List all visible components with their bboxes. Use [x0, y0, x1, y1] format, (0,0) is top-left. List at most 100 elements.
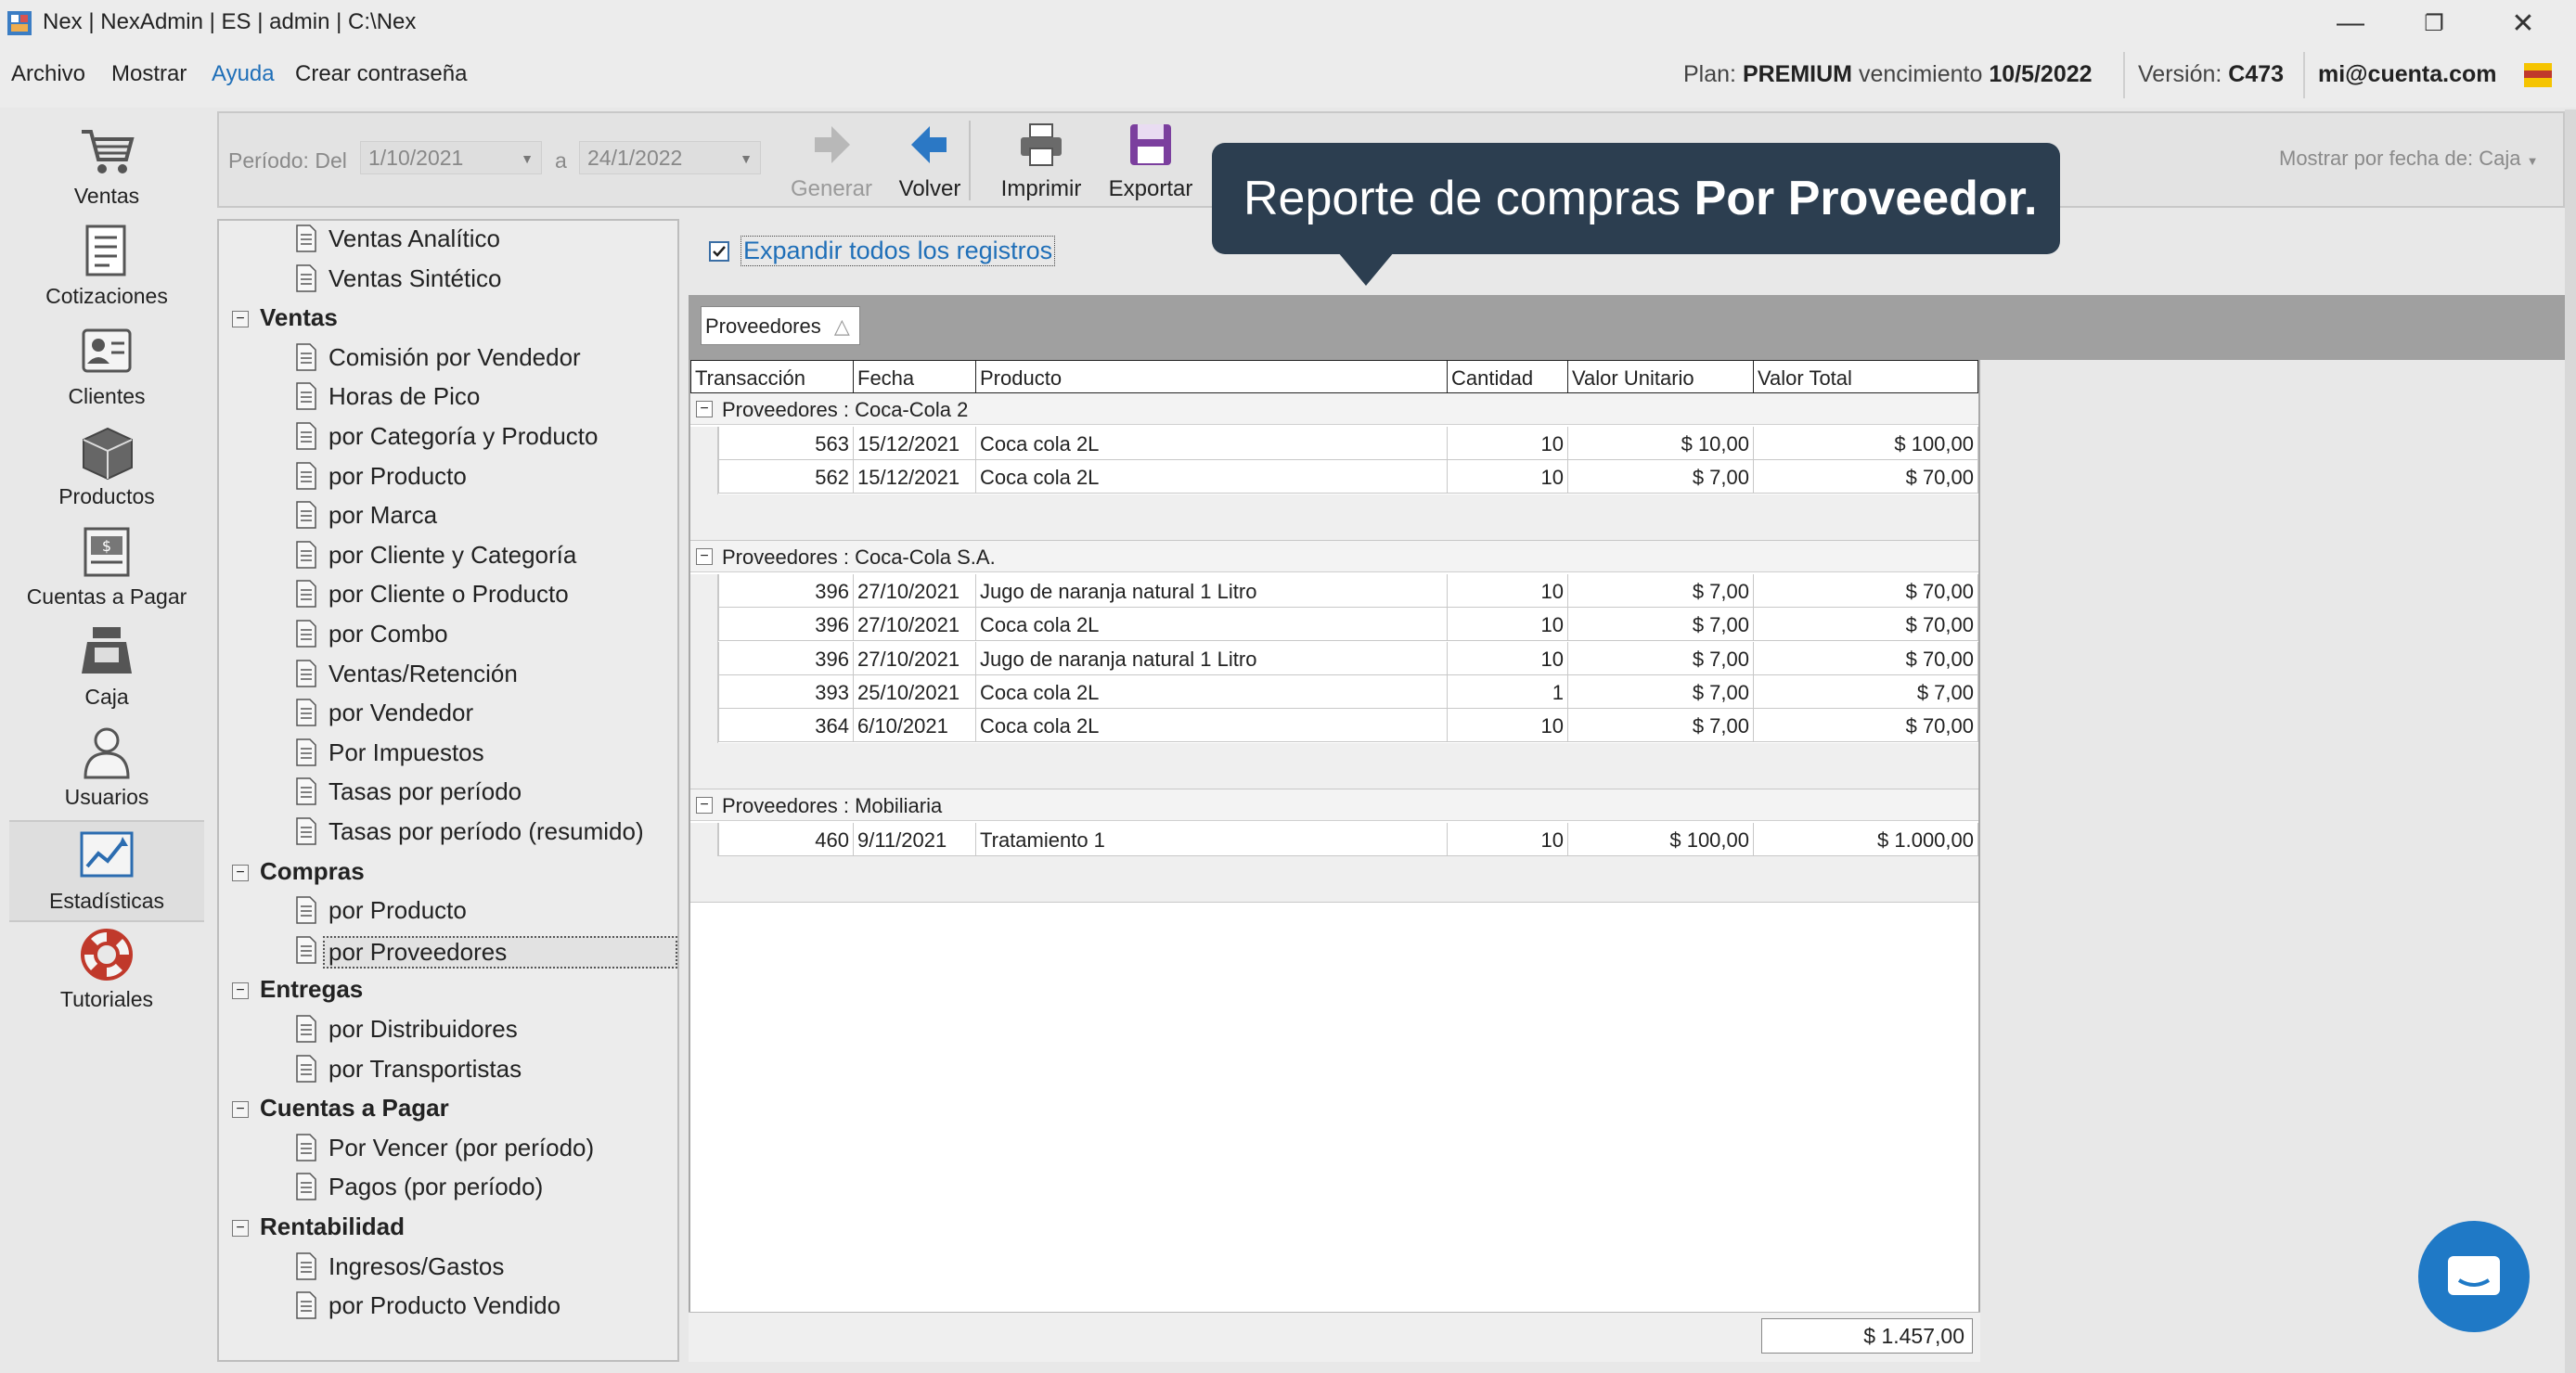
- tree-group-label: Entregas: [260, 975, 364, 1004]
- nav-clientes[interactable]: Clientes: [9, 317, 204, 416]
- group-chip-proveedores[interactable]: Proveedores △: [701, 306, 860, 345]
- tree-group[interactable]: − Cuentas a Pagar: [232, 1094, 449, 1123]
- restore-button[interactable]: ❐: [2392, 0, 2476, 46]
- tree-group[interactable]: − Entregas: [232, 975, 364, 1004]
- generar-button[interactable]: Generar: [776, 121, 887, 204]
- table-row[interactable]: 396 27/10/2021 Jugo de naranja natural 1 L…: [690, 573, 1978, 608]
- report-tree: Ventas Analítico Ventas Sintético − Ventas C…: [217, 219, 679, 1362]
- column-header[interactable]: Fecha: [854, 360, 976, 393]
- nav-usuarios[interactable]: Usuarios: [9, 718, 204, 816]
- collapse-icon[interactable]: −: [696, 401, 713, 417]
- tree-group[interactable]: − Rentabilidad: [232, 1213, 405, 1241]
- table-cell: Coca cola 2L: [976, 608, 1448, 642]
- collapse-icon[interactable]: −: [232, 1101, 249, 1119]
- grand-total: $ 1.457,00: [1761, 1318, 1973, 1354]
- group-row[interactable]: − Proveedores : Coca-Cola S.A.: [690, 540, 1978, 572]
- group-title: Proveedores : Coca-Cola 2: [722, 398, 969, 421]
- group-indent: [690, 427, 718, 494]
- tree-group[interactable]: − Compras: [232, 856, 365, 886]
- chat-button[interactable]: [2418, 1221, 2530, 1332]
- table-cell: 10: [1448, 608, 1568, 642]
- table-cell: $ 7,00: [1568, 641, 1754, 675]
- table-cell: 9/11/2021: [854, 822, 976, 856]
- user-icon: [84, 727, 130, 779]
- nav-tutoriales[interactable]: Tutoriales: [9, 920, 204, 1019]
- to-date-picker[interactable]: 24/1/2022 ▼: [579, 141, 761, 174]
- tree-item-label: Ventas Sintético: [328, 263, 502, 292]
- table-cell: 27/10/2021: [854, 641, 976, 675]
- shopping-cart-icon: [82, 130, 135, 173]
- expand-label[interactable]: Expandir todos los registros: [741, 236, 1056, 266]
- collapse-icon[interactable]: −: [232, 1220, 249, 1237]
- vencimiento-value: 10/5/2022: [1989, 61, 2093, 87]
- table-cell: $ 100,00: [1568, 822, 1754, 856]
- nav-caja[interactable]: Caja: [9, 618, 204, 716]
- close-button[interactable]: ✕: [2481, 0, 2565, 46]
- exportar-label: Exportar: [1108, 176, 1193, 201]
- plan-value: PREMIUM: [1742, 61, 1852, 87]
- table-cell: 25/10/2021: [854, 675, 976, 709]
- save-icon: [1130, 124, 1171, 165]
- tree-group-label: Compras: [260, 856, 365, 885]
- collapse-icon[interactable]: −: [696, 796, 713, 814]
- nav-label: Clientes: [68, 384, 146, 408]
- table-row[interactable]: 396 27/10/2021 Jugo de naranja natural 1 L…: [690, 641, 1978, 675]
- collapse-icon[interactable]: −: [232, 311, 249, 328]
- menu-archivo[interactable]: Archivo: [11, 61, 85, 87]
- column-header[interactable]: Valor Total: [1754, 360, 1978, 393]
- exportar-button[interactable]: Exportar: [1095, 121, 1206, 204]
- minimize-button[interactable]: —: [2309, 0, 2392, 46]
- group-row[interactable]: − Proveedores : Coca-Cola 2: [690, 393, 1978, 425]
- tree-group[interactable]: − Ventas: [232, 303, 338, 332]
- nav-cotizaciones[interactable]: Cotizaciones: [9, 217, 204, 315]
- document-icon: [296, 501, 316, 529]
- collapse-icon[interactable]: −: [232, 864, 249, 881]
- document-icon: [296, 817, 316, 845]
- flag-icon[interactable]: [2524, 63, 2552, 87]
- table-row[interactable]: 393 25/10/2021 Coca cola 2L 1 $ 7,00 $ 7,00: [690, 675, 1978, 709]
- table-cell: $ 70,00: [1754, 573, 1978, 608]
- from-date-picker[interactable]: 1/10/2021 ▼: [360, 141, 542, 174]
- table-row[interactable]: 563 15/12/2021 Coca cola 2L 10 $ 10,00 $ 100,…: [690, 427, 1978, 460]
- table-cell: 1: [1448, 675, 1568, 709]
- column-header[interactable]: Cantidad: [1448, 360, 1568, 393]
- nav-label: Productos: [58, 484, 155, 508]
- tree-item-label: por Vendedor: [328, 699, 474, 727]
- collapse-icon[interactable]: −: [232, 982, 249, 1000]
- menu-crear-contrasena[interactable]: Crear contraseña: [295, 61, 467, 87]
- mostrar-por-dropdown[interactable]: Mostrar por fecha de: Caja ▼: [2279, 147, 2538, 171]
- nav-cuentas-a-pagar[interactable]: $ Cuentas a Pagar: [9, 518, 204, 616]
- vencimiento-label: vencimiento: [1858, 61, 1983, 87]
- nav-estadisticas[interactable]: Estadísticas: [9, 820, 204, 922]
- sort-icon: △: [833, 314, 850, 338]
- expand-checkbox[interactable]: [709, 241, 729, 262]
- tree-item-label: Ingresos/Gastos: [328, 1251, 505, 1280]
- table-cell: $ 70,00: [1754, 608, 1978, 642]
- column-header[interactable]: Transacción: [690, 360, 854, 393]
- group-row[interactable]: − Proveedores : Mobiliaria: [690, 789, 1978, 821]
- menu-divider: [2123, 52, 2125, 98]
- nav-label: Tutoriales: [59, 987, 154, 1011]
- document-icon: [296, 936, 316, 964]
- menu-ayuda[interactable]: Ayuda: [212, 61, 275, 87]
- table-row[interactable]: 396 27/10/2021 Coca cola 2L 10 $ 7,00 $ 70,00: [690, 608, 1978, 642]
- account-email[interactable]: mi@cuenta.com: [2318, 61, 2496, 88]
- table-row[interactable]: 364 6/10/2021 Coca cola 2L 10 $ 7,00 $ 70,00: [690, 709, 1978, 743]
- column-header[interactable]: Producto: [976, 360, 1448, 393]
- nav-ventas[interactable]: Ventas: [9, 117, 204, 215]
- table-row[interactable]: 562 15/12/2021 Coca cola 2L 10 $ 7,00 $ 70,00: [690, 460, 1978, 494]
- periodo-label: Período: Del: [228, 148, 347, 173]
- table-cell: $ 7,00: [1568, 573, 1754, 608]
- document-icon: [296, 382, 316, 411]
- menu-mostrar[interactable]: Mostrar: [111, 61, 187, 87]
- table-row[interactable]: 460 9/11/2021 Tratamiento 1 10 $ 100,00 $ 1.0…: [690, 822, 1978, 856]
- column-header[interactable]: Valor Unitario: [1568, 360, 1754, 393]
- nav-label: Cotizaciones: [45, 284, 168, 308]
- table-cell: 15/12/2021: [854, 460, 976, 494]
- title-bar: Nex | NexAdmin | ES | admin | C:\Nex — ❐…: [0, 0, 2576, 46]
- document-icon: [296, 541, 316, 569]
- nav-productos[interactable]: Productos: [9, 417, 204, 516]
- collapse-icon[interactable]: −: [696, 547, 713, 565]
- chevron-down-icon: ▼: [521, 151, 534, 166]
- imprimir-button[interactable]: Imprimir: [976, 121, 1106, 204]
